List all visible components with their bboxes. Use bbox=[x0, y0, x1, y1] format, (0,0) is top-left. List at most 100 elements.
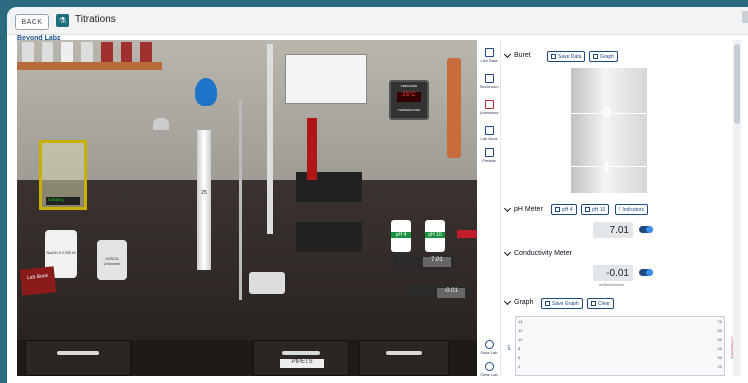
right-tick: 40 bbox=[717, 346, 722, 351]
glass-rod bbox=[267, 44, 273, 234]
save-data-label: Save Data bbox=[558, 53, 582, 60]
ph4-buffer-bottle[interactable]: pH 4 bbox=[391, 220, 411, 252]
upload-icon bbox=[484, 340, 494, 349]
side-toolbar: Live Data Stockroom Unknowns Lab Book Pr… bbox=[477, 40, 501, 377]
live-data-button[interactable]: Live Data bbox=[479, 48, 499, 63]
conductivity-unit: mSiemens/cm bbox=[599, 282, 625, 287]
stir-plate[interactable] bbox=[249, 272, 285, 294]
ph-meter-section-header[interactable]: pH Meter bbox=[503, 204, 543, 213]
info-icon: ! bbox=[619, 206, 621, 213]
conductivity-value: -0.01 bbox=[593, 265, 633, 281]
h2so4-label: H2SO4 Unknown bbox=[103, 256, 121, 266]
lab-book-label: Lab Book bbox=[26, 272, 49, 282]
right-tick: 60 bbox=[717, 328, 722, 333]
cabinet-drawer-right[interactable] bbox=[359, 340, 449, 376]
lab-book-label: Lab Book bbox=[480, 136, 498, 141]
indicators-label: Indicators bbox=[622, 206, 645, 213]
save-graph-button[interactable]: Save Graph bbox=[541, 298, 583, 309]
indicator-bottles[interactable] bbox=[296, 172, 362, 202]
h2so4-bottle[interactable]: H2SO4 Unknown bbox=[97, 240, 127, 280]
right-tick: 30 bbox=[717, 355, 722, 360]
unknowns-label: Unknowns bbox=[479, 110, 499, 115]
temperature-label: TEMPERATURE bbox=[397, 108, 421, 112]
ph10-label: pH 10 bbox=[592, 206, 606, 213]
chevron-down-icon bbox=[503, 50, 512, 59]
clear-lab-button[interactable]: Clear Lab bbox=[479, 362, 499, 377]
buret-glass[interactable]: 25 bbox=[197, 130, 211, 270]
lab-book[interactable]: Lab Book bbox=[19, 266, 57, 296]
thermometer bbox=[447, 58, 461, 158]
left-tick: 6 bbox=[518, 355, 521, 360]
lab-book-button[interactable]: Lab Book bbox=[479, 126, 499, 141]
conductivity-toggle[interactable] bbox=[639, 269, 653, 276]
graph-section-header[interactable]: Graph bbox=[503, 297, 533, 306]
cabinet-drawer-left[interactable] bbox=[25, 340, 131, 376]
ph-meter-device[interactable]: 7.01 bbox=[393, 255, 455, 269]
save-icon bbox=[545, 301, 550, 306]
ph-axis-label: pH bbox=[506, 344, 512, 351]
lab-scene[interactable]: PRESSURE 25°C TEMPERATURE 0.0000 g 25 Na… bbox=[17, 40, 477, 376]
titration-graph[interactable]: 14 12 10 8 6 4 70 60 50 40 30 20 pH Cond… bbox=[506, 316, 736, 376]
left-tick: 12 bbox=[518, 328, 523, 333]
red-dish bbox=[457, 230, 477, 238]
ph10-bottle-label: pH 10 bbox=[425, 232, 445, 238]
ph-value: 7.01 bbox=[593, 222, 633, 238]
calibrate-icon bbox=[555, 207, 560, 212]
stockroom-label: Stockroom bbox=[479, 84, 499, 89]
panel-scrollbar[interactable] bbox=[733, 40, 741, 376]
ph-meter-toggle[interactable] bbox=[639, 226, 653, 233]
ph10-buffer-bottle[interactable]: pH 10 bbox=[425, 220, 445, 252]
stockroom-button[interactable]: Stockroom bbox=[479, 74, 499, 89]
ph4-calibrate-button[interactable]: pH 4 bbox=[551, 204, 577, 215]
balance-readout: 0.0000 g bbox=[46, 197, 80, 205]
ring-stand bbox=[239, 100, 242, 300]
right-tick: 50 bbox=[717, 337, 722, 342]
buret-section-header[interactable]: Buret bbox=[503, 50, 531, 59]
clear-icon bbox=[591, 301, 596, 306]
titration-app-icon: ⚗ bbox=[56, 14, 69, 27]
save-graph-label: Save Graph bbox=[552, 300, 579, 307]
buret-one-label: 1 bbox=[603, 158, 611, 174]
conductivity-meter-device[interactable]: -0.01 bbox=[409, 286, 469, 300]
back-button[interactable]: BACK bbox=[15, 14, 49, 30]
bell[interactable] bbox=[153, 118, 169, 130]
cabinet-drawer-pipets[interactable]: PIPETS bbox=[253, 340, 349, 376]
left-tick: 8 bbox=[518, 346, 521, 351]
red-flasks bbox=[307, 118, 317, 180]
right-tick: 70 bbox=[717, 319, 722, 324]
analytical-balance[interactable]: 0.0000 g bbox=[39, 140, 87, 210]
chevron-down-icon bbox=[503, 248, 512, 257]
presets-button[interactable]: Presets bbox=[479, 148, 499, 163]
page-title: Titrations bbox=[75, 14, 116, 25]
indicator-bottles-row-2[interactable] bbox=[296, 222, 362, 252]
presets-label: Presets bbox=[482, 158, 496, 163]
clear-lab-label: Clear Lab bbox=[480, 372, 498, 377]
conductivity-header-label: Conductivity Meter bbox=[514, 250, 572, 257]
ph10-calibrate-button[interactable]: pH 10 bbox=[581, 204, 610, 215]
calibrate-icon bbox=[585, 207, 590, 212]
buret-zero-label: 0 bbox=[603, 104, 611, 120]
right-tick: 20 bbox=[717, 364, 722, 369]
buret-header-label: Buret bbox=[514, 52, 531, 59]
table-icon bbox=[484, 48, 494, 57]
save-data-button[interactable]: Save Data bbox=[547, 51, 586, 62]
wall-shelf bbox=[17, 62, 162, 70]
save-lab-button[interactable]: Save Lab bbox=[479, 340, 499, 355]
window-control-icon[interactable] bbox=[742, 11, 748, 23]
buret-mark: 25 bbox=[201, 190, 207, 196]
presets-icon bbox=[484, 148, 494, 157]
scroll-thumb[interactable] bbox=[734, 44, 740, 124]
separatory-funnel[interactable] bbox=[195, 78, 217, 106]
flask-icon bbox=[484, 100, 494, 109]
graph-icon bbox=[593, 54, 598, 59]
buret-graph-button[interactable]: Graph bbox=[589, 51, 618, 62]
clear-graph-button[interactable]: Clear bbox=[587, 298, 614, 309]
indicators-button[interactable]: ! Indicators bbox=[615, 204, 649, 215]
temperature-readout: 25°C bbox=[397, 92, 421, 102]
conductivity-section-header[interactable]: Conductivity Meter bbox=[503, 248, 572, 257]
clear-graph-label: Clear bbox=[598, 300, 610, 307]
left-tick: 14 bbox=[518, 319, 523, 324]
unknowns-button[interactable]: Unknowns bbox=[479, 100, 499, 115]
shelf-jars bbox=[22, 42, 153, 62]
pipets-label: PIPETS bbox=[280, 359, 324, 368]
